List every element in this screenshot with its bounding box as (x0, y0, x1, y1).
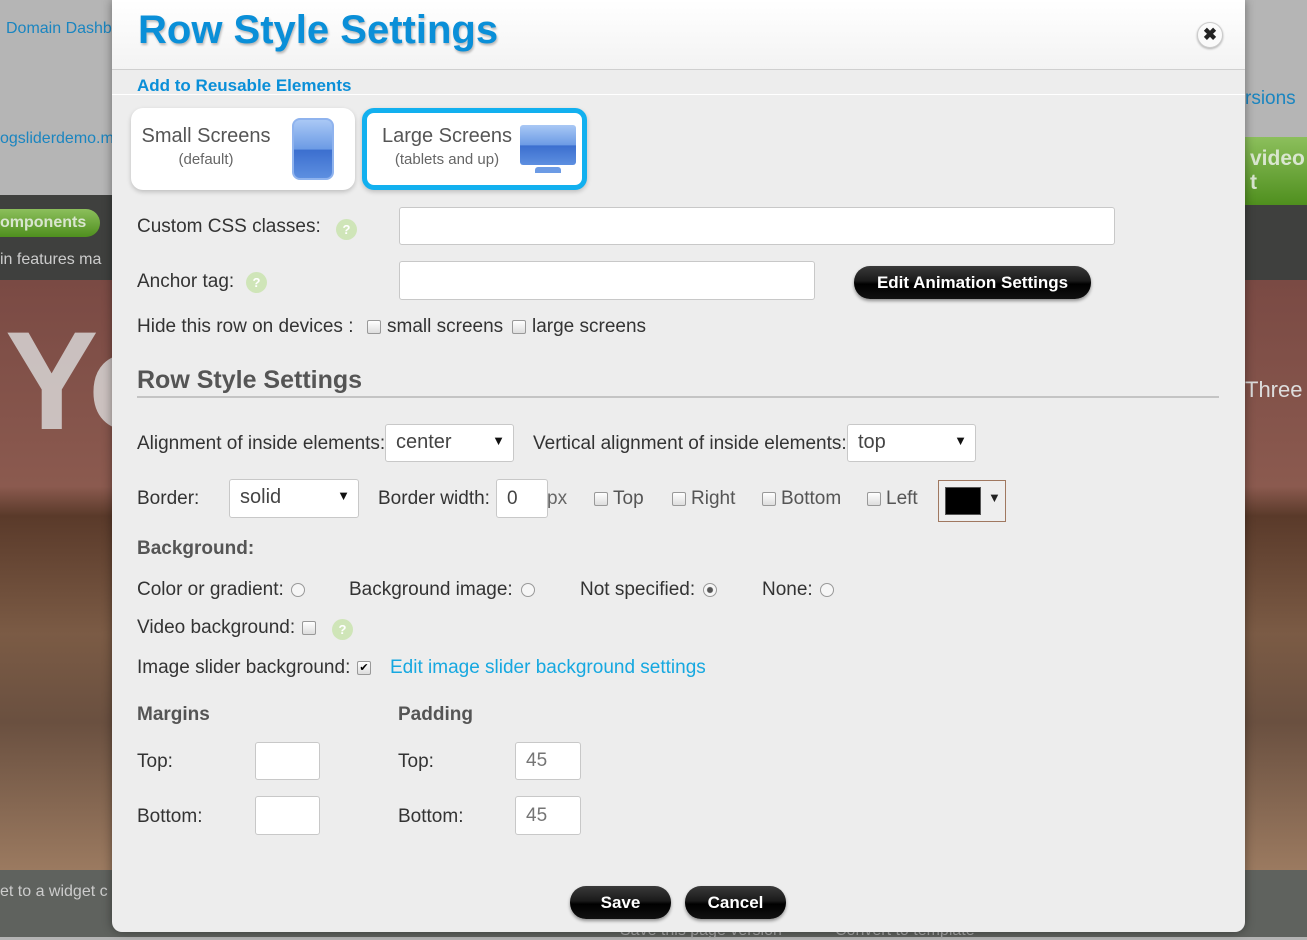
phone-icon (292, 118, 334, 180)
small-screens-label: Small Screens (141, 125, 271, 147)
site-link[interactable]: ogsliderdemo.m (0, 130, 114, 148)
margin-top-input[interactable] (255, 742, 320, 780)
none-radio[interactable] (820, 583, 834, 597)
hide-large-checkbox[interactable] (512, 320, 526, 334)
padding-top-label: Top: (398, 751, 434, 772)
hide-small-checkbox[interactable] (367, 320, 381, 334)
video-background-label: Video background: (137, 617, 296, 638)
help-icon[interactable]: ? (332, 619, 353, 640)
margin-bottom-input[interactable] (255, 796, 320, 835)
border-width-label: Border width: (378, 488, 490, 509)
color-gradient-radio[interactable] (291, 583, 305, 597)
video-button[interactable]: video t (1240, 137, 1307, 205)
divider (112, 94, 1245, 95)
versions-link[interactable]: rsions (1245, 88, 1296, 110)
small-screens-sub: (default) (178, 151, 234, 168)
large-screens-sub: (tablets and up) (394, 151, 500, 168)
margin-bottom-label: Bottom: (137, 806, 203, 827)
border-bottom-checkbox[interactable] (762, 492, 776, 506)
color-gradient-label: Color or gradient: (137, 579, 284, 600)
px-unit: px (547, 488, 568, 509)
slider-background-label: Image slider background: (137, 657, 351, 678)
add-reusable-link[interactable]: Add to Reusable Elements (137, 76, 351, 96)
margin-top-label: Top: (137, 751, 173, 772)
monitor-stand-icon (535, 167, 561, 173)
border-style-value: solid (240, 486, 282, 508)
background-image-radio[interactable] (521, 583, 535, 597)
anchor-tag-input[interactable] (399, 261, 815, 300)
none-label: None: (762, 579, 813, 600)
border-right-label: Right (691, 488, 736, 509)
padding-heading: Padding (398, 704, 473, 725)
hide-row-label: Hide this row on devices : (137, 316, 354, 337)
close-icon[interactable]: ✖ (1197, 22, 1223, 48)
hide-small-label: small screens (387, 316, 504, 337)
border-left-label: Left (886, 488, 918, 509)
border-left-checkbox[interactable] (867, 492, 881, 506)
dialog-title: Row Style Settings (138, 8, 499, 52)
border-right-checkbox[interactable] (672, 492, 686, 506)
alignment-label: Alignment of inside elements: (137, 433, 386, 454)
slider-background-checkbox[interactable]: ✔ (357, 661, 371, 675)
domain-dashboard-link[interactable]: Domain Dashb (6, 20, 112, 38)
three-text: Three (1245, 377, 1303, 402)
alignment-value: center (396, 431, 452, 453)
border-top-checkbox[interactable] (594, 492, 608, 506)
border-style-select[interactable]: solid ▼ (229, 479, 359, 518)
large-screens-tab[interactable]: Large Screens (tablets and up) (362, 108, 587, 190)
border-label: Border: (137, 488, 200, 509)
section-divider (137, 396, 1219, 398)
padding-bottom-input[interactable] (515, 796, 581, 835)
custom-css-input[interactable] (399, 207, 1115, 245)
custom-css-label: Custom CSS classes: (137, 216, 321, 237)
border-bottom-label: Bottom (781, 488, 842, 509)
save-button[interactable]: Save (570, 886, 671, 919)
vertical-alignment-label: Vertical alignment of inside elements: (533, 433, 847, 454)
background-heading: Background: (137, 538, 255, 559)
border-color-picker[interactable]: ▼ (938, 480, 1006, 522)
help-icon[interactable]: ? (246, 272, 267, 293)
not-specified-radio[interactable] (703, 583, 717, 597)
edit-animation-button[interactable]: Edit Animation Settings (854, 266, 1091, 299)
not-specified-label: Not specified: (580, 579, 696, 600)
help-icon[interactable]: ? (336, 219, 357, 240)
dropdown-arrow-icon: ▼ (954, 433, 967, 448)
dropdown-arrow-icon: ▼ (988, 490, 1001, 505)
edit-slider-link[interactable]: Edit image slider background settings (390, 657, 706, 679)
video-background-checkbox[interactable] (302, 621, 316, 635)
small-screens-tab[interactable]: Small Screens (default) (131, 108, 355, 190)
margins-heading: Margins (137, 704, 210, 725)
dropdown-arrow-icon: ▼ (337, 488, 350, 503)
features-text: in features ma (0, 251, 102, 268)
alignment-select[interactable]: center ▼ (385, 424, 514, 462)
section-title: Row Style Settings (137, 366, 363, 394)
padding-bottom-label: Bottom: (398, 806, 464, 827)
vertical-alignment-select[interactable]: top ▼ (847, 424, 976, 462)
border-top-label: Top (613, 488, 644, 509)
vertical-alignment-value: top (858, 431, 886, 453)
dropdown-arrow-icon: ▼ (492, 433, 505, 448)
monitor-icon (520, 125, 576, 165)
background-image-label: Background image: (349, 579, 513, 600)
hide-large-label: large screens (532, 316, 647, 337)
row-style-dialog: Row Style Settings ✖ Add to Reusable Ele… (112, 0, 1245, 932)
widget-text: et to a widget c (0, 883, 108, 900)
padding-top-input[interactable] (515, 742, 581, 780)
color-swatch (945, 487, 981, 515)
border-width-input[interactable] (496, 479, 548, 518)
anchor-tag-label: Anchor tag: (137, 271, 235, 292)
cancel-button[interactable]: Cancel (685, 886, 786, 919)
components-button[interactable]: omponents (0, 209, 101, 237)
large-screens-label: Large Screens (381, 125, 513, 147)
